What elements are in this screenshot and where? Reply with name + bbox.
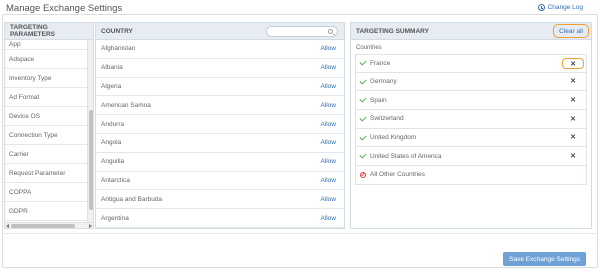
country-item: Argentina Allow (96, 209, 344, 228)
targeting-summary-panel: TARGETING SUMMARY Clear all Countries Fr… (350, 22, 592, 229)
selected-country-name: Switzerland (370, 115, 404, 123)
param-item-inventory-type[interactable]: Inventory Type (5, 69, 89, 88)
selected-country-item: Germany ✕ (355, 72, 587, 92)
allow-link[interactable]: Allow (320, 139, 336, 146)
country-list: Afghanistan Allow Albania Allow Algeria All… (96, 40, 344, 228)
remove-button[interactable]: ✕ (567, 132, 579, 143)
excluded-countries-label: All Other Countries (370, 171, 425, 179)
country-item: Albania Allow (96, 59, 344, 78)
allow-link[interactable]: Allow (320, 64, 336, 71)
country-name: Antarctica (101, 176, 130, 184)
change-log-label: Change Log (547, 4, 583, 11)
params-vertical-scrollbar[interactable] (87, 40, 93, 222)
save-exchange-settings-button[interactable]: Save Exchange Settings (503, 252, 586, 266)
country-name: Andorra (101, 120, 125, 128)
country-search-input[interactable] (267, 27, 327, 36)
remove-button[interactable]: ✕ (567, 150, 579, 161)
selected-country-item: United Kingdom ✕ (355, 128, 587, 148)
remove-button[interactable]: ✕ (567, 113, 579, 124)
countries-label: Countries (356, 45, 382, 51)
country-name: Antigua and Barbuda (101, 195, 163, 203)
selected-country-item: United States of America ✕ (355, 147, 587, 167)
remove-button[interactable]: ✕ (562, 58, 584, 69)
targeting-parameters-list: App Adspace Inventory Type Ad Format Dev… (5, 40, 89, 222)
block-icon (360, 171, 366, 178)
country-name: Argentina (101, 214, 129, 222)
check-icon (359, 151, 367, 159)
params-vertical-scroll-thumb[interactable] (89, 110, 93, 210)
country-item: Andorra Allow (96, 115, 344, 134)
allow-link[interactable]: Allow (320, 102, 336, 109)
params-horizontal-scrollbar[interactable] (5, 222, 93, 228)
country-name: Anguilla (101, 158, 125, 166)
country-panel: COUNTRY Afghanistan Allow Albania Allow Al… (95, 22, 345, 229)
scroll-left-arrow-icon[interactable] (6, 224, 9, 228)
selected-country-item: Switzerland ✕ (355, 110, 587, 129)
footer-divider (2, 233, 598, 234)
check-icon (359, 95, 367, 103)
remove-button[interactable]: ✕ (567, 94, 579, 105)
selected-country-name: United Kingdom (370, 134, 417, 142)
selected-country-name: United States of America (370, 152, 442, 160)
country-name: Afghanistan (101, 45, 136, 53)
country-item: American Samoa Allow (96, 96, 344, 116)
country-name: Algeria (101, 82, 122, 90)
allow-link[interactable]: Allow (320, 196, 336, 203)
param-item-ad-format[interactable]: Ad Format (5, 88, 89, 107)
country-name: American Samoa (101, 101, 151, 109)
clock-icon (537, 4, 545, 11)
targeting-parameters-header: TARGETING PARAMETERS (5, 23, 93, 40)
param-item-adspace[interactable]: Adspace (5, 50, 89, 69)
remove-button[interactable]: ✕ (567, 76, 579, 87)
allow-link[interactable]: Allow (320, 83, 336, 90)
allow-link[interactable]: Allow (320, 158, 336, 165)
allow-link[interactable]: Allow (320, 215, 336, 222)
country-item: Antigua and Barbuda Allow (96, 190, 344, 210)
country-item: Afghanistan Allow (96, 40, 344, 59)
selected-country-name: France (370, 59, 391, 67)
check-icon (359, 76, 367, 85)
allow-link[interactable]: Allow (320, 177, 336, 184)
selected-country-item: France ✕ (355, 54, 587, 73)
check-icon (359, 114, 367, 122)
allow-link[interactable]: Allow (320, 45, 336, 52)
allow-link[interactable]: Allow (320, 121, 336, 128)
country-item: Anguilla Allow (96, 153, 344, 172)
param-item-coppa[interactable]: COPPA (5, 183, 89, 202)
change-log-link[interactable]: Change Log (537, 4, 583, 11)
clear-all-button[interactable]: Clear all (553, 24, 589, 38)
param-item-connection-type[interactable]: Connection Type (5, 126, 89, 145)
param-item-device-os[interactable]: Device OS (5, 107, 89, 126)
country-name: Albania (101, 64, 123, 72)
param-item-request-parameter[interactable]: Request Parameter (5, 164, 89, 183)
param-item-gdpr[interactable]: GDPR (5, 202, 89, 221)
selected-countries-list: France ✕ Germany ✕ Spain ✕ Switzerland ✕ Uni… (355, 54, 587, 185)
scroll-right-arrow-icon[interactable] (89, 224, 92, 228)
selected-country-item: Spain ✕ (355, 91, 587, 111)
targeting-parameters-panel: TARGETING PARAMETERS App Adspace Invento… (4, 22, 94, 229)
params-horizontal-scroll-thumb[interactable] (11, 224, 75, 228)
check-icon (359, 58, 367, 66)
excluded-countries-item: All Other Countries (355, 166, 587, 185)
country-search-box[interactable] (266, 26, 338, 37)
country-item: Antarctica Allow (96, 172, 344, 191)
page-title: Manage Exchange Settings (6, 3, 123, 14)
param-item-carrier[interactable]: Carrier (5, 145, 89, 164)
country-item: Angola Allow (96, 134, 344, 153)
check-icon (359, 133, 367, 141)
param-item-app[interactable]: App (5, 40, 89, 50)
country-name: Angola (101, 139, 122, 147)
search-icon[interactable] (328, 29, 333, 34)
selected-country-name: Spain (370, 96, 387, 104)
country-item: Algeria Allow (96, 78, 344, 97)
selected-country-name: Germany (370, 78, 397, 86)
